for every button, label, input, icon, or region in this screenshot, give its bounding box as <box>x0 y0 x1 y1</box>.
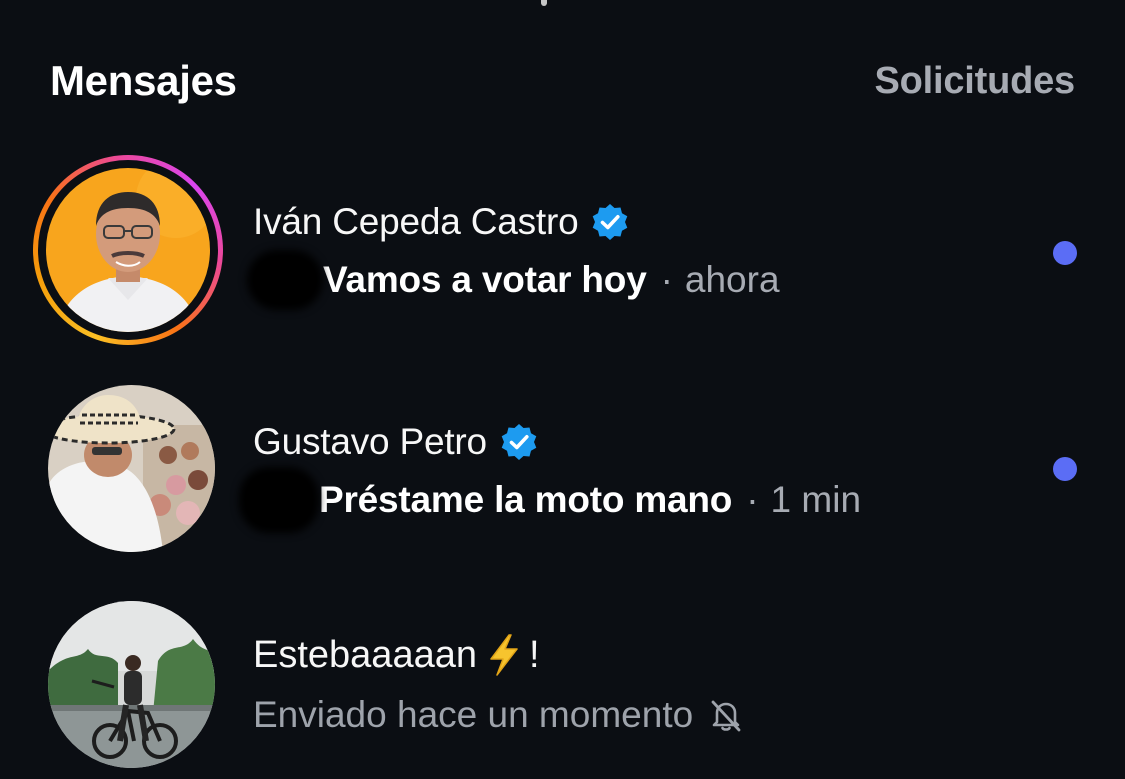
message-time: ahora <box>684 259 780 300</box>
status-bar-indicator <box>541 0 547 6</box>
last-message: Préstame la moto mano <box>319 479 733 520</box>
avatar-photo-icon <box>48 601 215 768</box>
messages-screen: Mensajes Solicitudes Iván Cepeda Castro … <box>0 0 1125 779</box>
high-voltage-emoji-icon <box>490 634 518 676</box>
bell-slash-icon <box>711 700 741 732</box>
message-time: 1 min <box>770 479 862 520</box>
conversation-name-row: Estebaaaaan ! <box>253 629 985 681</box>
conversation-name-suffix: ! <box>528 633 540 676</box>
page-title: Mensajes <box>50 57 237 104</box>
conversation-name-row: Gustavo Petro <box>253 418 985 466</box>
unread-indicator <box>1053 457 1077 481</box>
message-status: Enviado hace un momento <box>253 694 694 735</box>
message-preview: Vamos a votar hoy · ahora <box>247 250 985 310</box>
unread-indicator <box>1053 241 1077 265</box>
last-message: Vamos a votar hoy <box>323 259 647 300</box>
separator: · <box>660 259 673 300</box>
conversation-item[interactable]: Gustavo Petro Préstame la moto mano · 1 … <box>0 382 1125 557</box>
message-status-row: Enviado hace un momento <box>253 687 985 743</box>
conversation-name: Iván Cepeda Castro <box>253 201 579 242</box>
avatar[interactable] <box>48 601 215 768</box>
avatar-photo-icon <box>48 385 215 552</box>
conversation-name-row: Iván Cepeda Castro <box>253 198 985 246</box>
redacted-area <box>247 250 323 310</box>
avatar-photo-icon <box>46 168 210 332</box>
verified-badge-icon <box>501 424 537 460</box>
separator: · <box>746 479 759 520</box>
conversation-item[interactable]: Iván Cepeda Castro Vamos a votar hoy · a… <box>0 152 1125 352</box>
avatar[interactable] <box>48 385 215 552</box>
message-preview: Préstame la moto mano · 1 min <box>239 467 985 533</box>
redacted-area <box>239 467 319 533</box>
messages-header: Mensajes Solicitudes <box>50 52 1075 110</box>
conversation-item[interactable]: Estebaaaaan ! Enviado hace un momento <box>0 597 1125 779</box>
conversation-name: Estebaaaaan <box>253 633 477 676</box>
story-ring[interactable] <box>33 155 223 345</box>
requests-link[interactable]: Solicitudes <box>874 60 1075 103</box>
avatar <box>46 168 210 332</box>
conversation-name: Gustavo Petro <box>253 421 487 462</box>
verified-badge-icon <box>593 204 628 240</box>
